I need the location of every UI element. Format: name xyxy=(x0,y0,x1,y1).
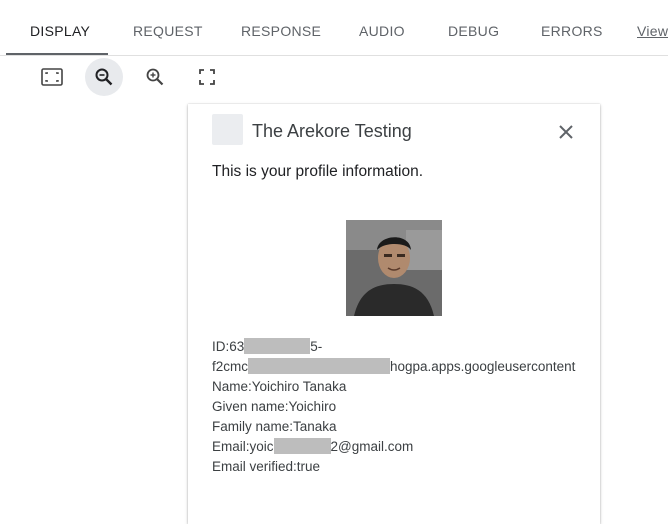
dialog-title: The Arekore Testing xyxy=(252,121,412,141)
profile-family-name: Family name:Tanaka xyxy=(212,419,337,434)
tab-bar: DISPLAY REQUEST RESPONSE AUDIO DEBUG ERR… xyxy=(0,0,668,56)
profile-name: Name:Yoichiro Tanaka xyxy=(212,379,347,394)
profile-email: Email:yoic 2@gmail.com xyxy=(212,438,414,454)
fit-screen-icon xyxy=(41,68,63,86)
tab-errors[interactable]: ERRORS xyxy=(541,0,603,55)
tab-response[interactable]: RESPONSE xyxy=(241,0,321,55)
profile-id-line2: f2cmc hogpa.apps.googleusercontent xyxy=(212,358,576,374)
tab-debug[interactable]: DEBUG xyxy=(448,0,499,55)
tab-display[interactable]: DISPLAY xyxy=(30,0,91,55)
fullscreen-button[interactable] xyxy=(188,58,226,96)
dialog-subtitle: This is your profile information. xyxy=(212,163,424,180)
redacted-block xyxy=(244,338,311,354)
tab-request[interactable]: REQUEST xyxy=(133,0,203,55)
fullscreen-icon xyxy=(199,69,215,85)
zoom-out-button[interactable] xyxy=(85,58,123,96)
profile-info: ID:63 5- f2cmc hogpa.apps.googleuserconten… xyxy=(212,337,612,477)
profile-email-verified: Email verified:true xyxy=(212,459,321,474)
zoom-in-icon xyxy=(146,68,164,86)
zoom-in-button[interactable] xyxy=(136,58,174,96)
profile-given-name: Given name:Yoichiro xyxy=(212,399,337,414)
profile-dialog: The Arekore Testing This is your profile… xyxy=(188,104,600,524)
view-link[interactable]: View xyxy=(637,0,668,55)
app-logo-placeholder xyxy=(212,114,243,145)
active-tab-indicator xyxy=(6,53,108,55)
tab-audio[interactable]: AUDIO xyxy=(359,0,405,55)
redacted-block xyxy=(248,358,391,374)
close-button[interactable] xyxy=(552,118,580,146)
profile-id-line1: ID:63 5- xyxy=(212,338,323,354)
zoom-out-icon xyxy=(95,68,113,86)
fit-screen-button[interactable] xyxy=(33,58,71,96)
redacted-block xyxy=(273,438,331,454)
profile-photo xyxy=(346,220,442,316)
close-icon xyxy=(559,125,573,139)
